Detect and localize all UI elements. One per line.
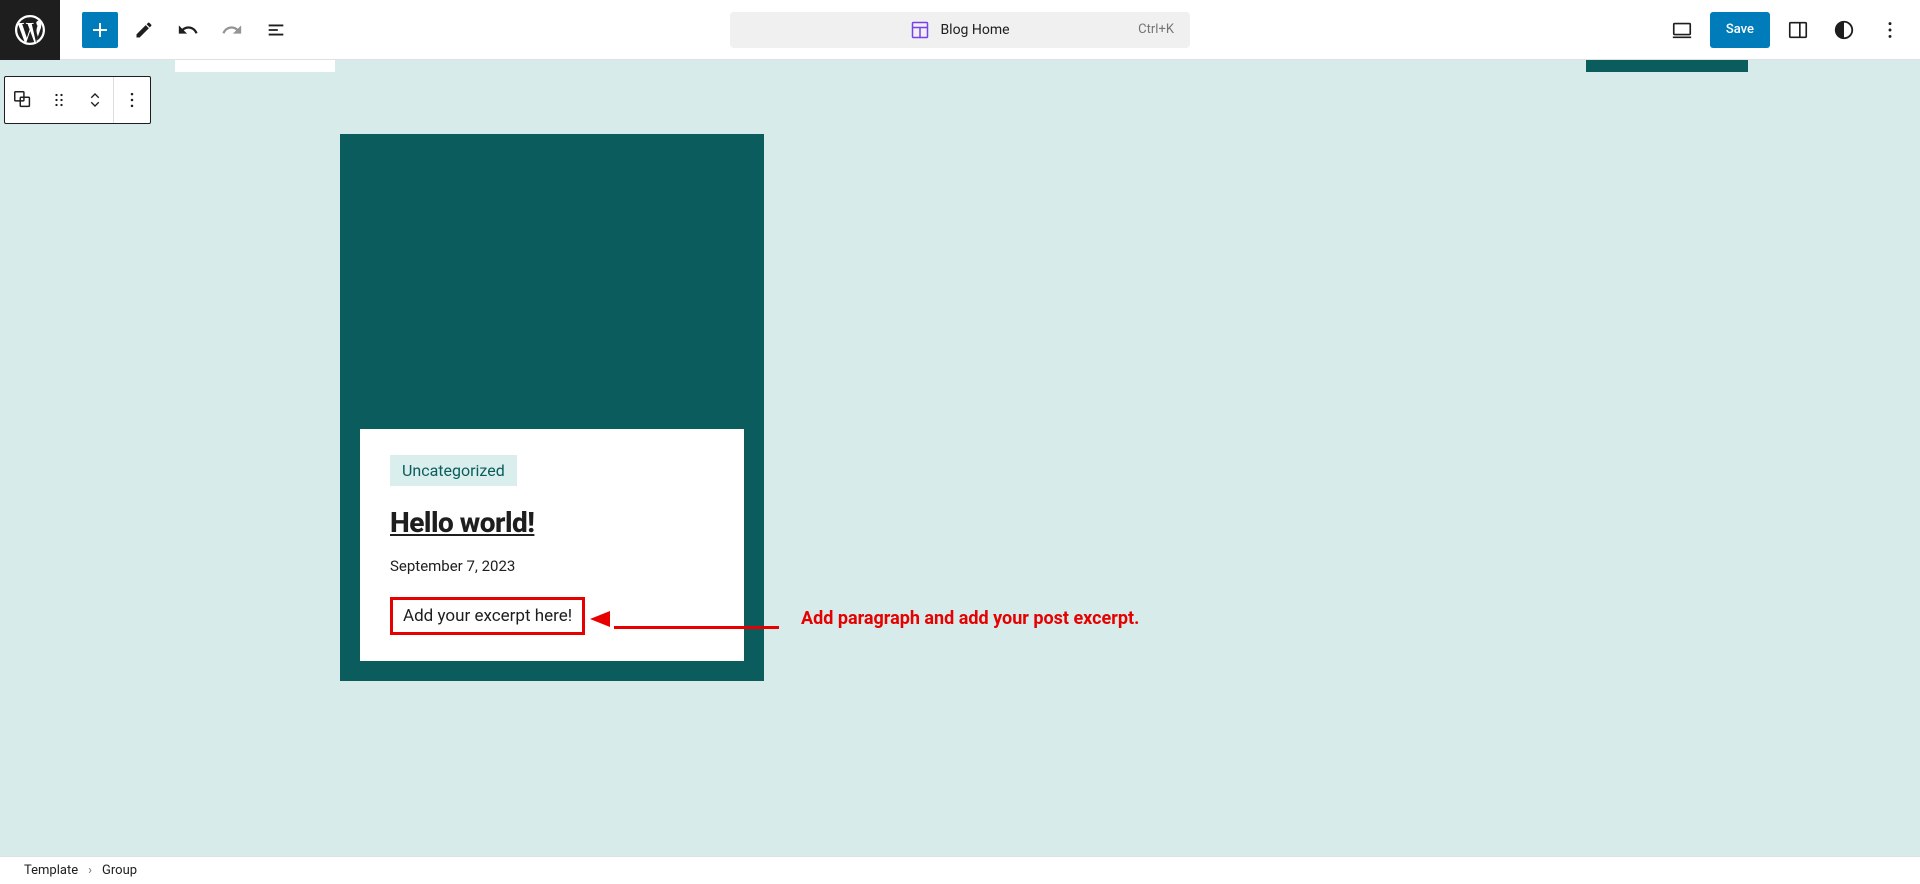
save-button[interactable]: Save [1710,12,1770,48]
breadcrumb-item-template[interactable]: Template [24,863,78,878]
partial-row-visible [0,60,1920,72]
styles-button[interactable] [1826,12,1862,48]
top-toolbar: Blog Home Ctrl+K Save [0,0,1920,60]
block-type-button[interactable] [5,77,41,123]
move-updown-button[interactable] [77,77,113,123]
keyboard-shortcut-hint: Ctrl+K [1138,22,1174,37]
options-menu-button[interactable] [1872,12,1908,48]
post-title[interactable]: Hello world! [390,506,714,539]
excerpt-paragraph[interactable]: Add your excerpt here! [403,606,572,626]
wordpress-icon [12,12,48,48]
annotation-text: Add paragraph and add your post excerpt. [801,608,1139,629]
settings-sidebar-button[interactable] [1780,12,1816,48]
breadcrumb: Template › Group [0,856,1920,884]
template-name-label: Blog Home [940,22,1009,38]
arrow-left-icon [590,609,612,629]
redo-button[interactable] [214,12,250,48]
layout-icon [910,20,930,40]
editor-canvas-scroll[interactable]: Uncategorized Hello world! September 7, … [0,60,1920,856]
category-badge[interactable]: Uncategorized [390,455,517,486]
desktop-icon [1671,19,1693,41]
featured-image-placeholder[interactable] [340,134,764,429]
pencil-icon [134,20,154,40]
annotation-callout: Add paragraph and add your post excerpt. [592,608,1139,629]
post-date[interactable]: September 7, 2023 [390,557,714,575]
undo-icon [177,19,199,41]
plus-icon [88,18,112,42]
edit-mode-button[interactable] [126,12,162,48]
editor-canvas[interactable]: Uncategorized Hello world! September 7, … [0,60,1920,760]
block-toolbar [4,76,151,124]
undo-button[interactable] [170,12,206,48]
excerpt-highlight-box: Add your excerpt here! [390,597,585,635]
post-card-block[interactable]: Uncategorized Hello world! September 7, … [340,134,764,681]
kebab-icon [122,90,142,110]
group-icon [12,89,34,111]
block-options-button[interactable] [114,77,150,123]
redo-icon [221,19,243,41]
toolbar-right-group: Save [1664,12,1920,48]
template-selector-button[interactable]: Blog Home Ctrl+K [730,12,1190,48]
chevron-updown-icon [86,89,104,111]
toolbar-left-group [60,12,294,48]
kebab-icon [1879,19,1901,41]
drag-icon [49,90,69,110]
list-icon [265,19,287,41]
editor-canvas-wrap: Uncategorized Hello world! September 7, … [0,60,1920,856]
drag-handle[interactable] [41,77,77,123]
breadcrumb-item-group[interactable]: Group [102,863,137,878]
document-overview-button[interactable] [258,12,294,48]
chevron-right-icon: › [88,863,92,878]
annotation-arrow-line [614,626,779,629]
wordpress-logo-button[interactable] [0,0,60,60]
add-block-button[interactable] [82,12,118,48]
sidebar-icon [1787,19,1809,41]
view-button[interactable] [1664,12,1700,48]
contrast-icon [1833,19,1855,41]
